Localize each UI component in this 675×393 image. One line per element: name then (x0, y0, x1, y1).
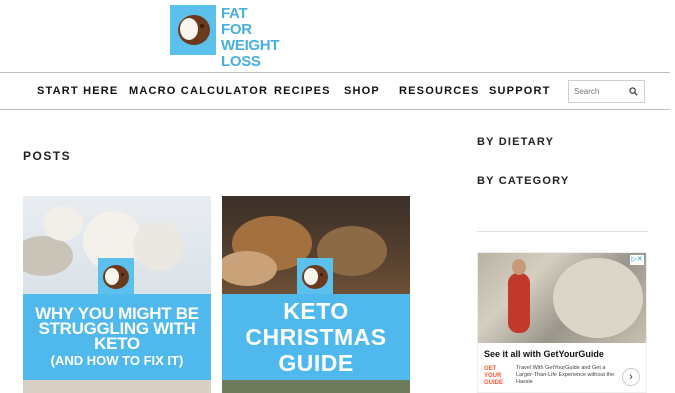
card-title-line-2: CHRISTMAS (245, 324, 387, 350)
ad-sculpture-shape (553, 258, 643, 338)
logo-wordmark: FAT FOR WEIGHT LOSS (216, 5, 280, 70)
coconut-icon (297, 258, 333, 294)
food-photo-strip (222, 380, 410, 393)
nav-item-macro-calculator[interactable]: MACRO CALCULATOR (129, 85, 268, 97)
search-icon[interactable] (629, 87, 638, 96)
nav-item-shop[interactable]: SHOP (344, 85, 380, 97)
food-photo-shape (133, 221, 183, 271)
sidebar-divider (477, 231, 648, 232)
coconut-icon (170, 5, 216, 55)
sidebar-heading-dietary[interactable]: BY DIETARY (477, 136, 554, 148)
food-photo-shape (23, 236, 73, 276)
main-nav: START HERE MACRO CALCULATOR RECIPES SHOP… (0, 72, 670, 110)
adchoices-icon[interactable]: ▷✕ (630, 255, 644, 265)
ad-person-shape (508, 273, 530, 333)
sidebar-heading-category[interactable]: BY CATEGORY (477, 175, 569, 187)
nav-item-resources[interactable]: RESOURCES (399, 85, 479, 97)
card-subtitle: (AND HOW TO FIX IT) (50, 353, 184, 368)
food-photo-strip (23, 380, 211, 393)
ad-person-head (512, 259, 526, 275)
search-input[interactable] (569, 81, 625, 102)
food-photo-shape (43, 206, 83, 241)
card-title-line-3: GUIDE (278, 350, 354, 376)
logo-line-3: LOSS (221, 53, 261, 70)
post-card-struggling-keto[interactable]: WHY YOU MIGHT BE STRUGGLING WITH KETO (A… (23, 196, 211, 393)
food-photo-shape (222, 251, 277, 286)
card-title: WHY YOU MIGHT BE STRUGGLING WITH KETO (35, 304, 199, 353)
card-title-line-1: KETO (283, 298, 349, 324)
nav-item-recipes[interactable]: RECIPES (274, 85, 331, 97)
logo-line-2: WEIGHT (221, 37, 280, 54)
nav-item-support[interactable]: SUPPORT (489, 85, 551, 97)
ad-photo (478, 253, 646, 343)
chevron-right-icon[interactable]: › (622, 368, 640, 386)
card-banner: WHY YOU MIGHT BE STRUGGLING WITH KETO (A… (23, 294, 211, 380)
ad-body-text: Travel With GetYourGuide and Get a Large… (516, 365, 615, 385)
nav-item-start-here[interactable]: START HERE (37, 85, 118, 97)
card-banner: KETO CHRISTMAS GUIDE (222, 294, 410, 380)
ad-brand-logo: GET YOUR GUIDE (484, 366, 504, 386)
posts-heading: POSTS (23, 149, 72, 163)
site-logo[interactable]: FAT FOR WEIGHT LOSS (170, 5, 280, 70)
ad-headline[interactable]: See it all with GetYourGuide (484, 349, 604, 359)
search-box (568, 80, 645, 103)
coconut-icon (98, 258, 134, 294)
logo-line-1: FAT FOR (221, 5, 252, 38)
post-card-keto-christmas-guide[interactable]: KETO CHRISTMAS GUIDE (222, 196, 410, 393)
advertisement[interactable]: ▷✕ See it all with GetYourGuide GET YOUR… (477, 252, 647, 393)
